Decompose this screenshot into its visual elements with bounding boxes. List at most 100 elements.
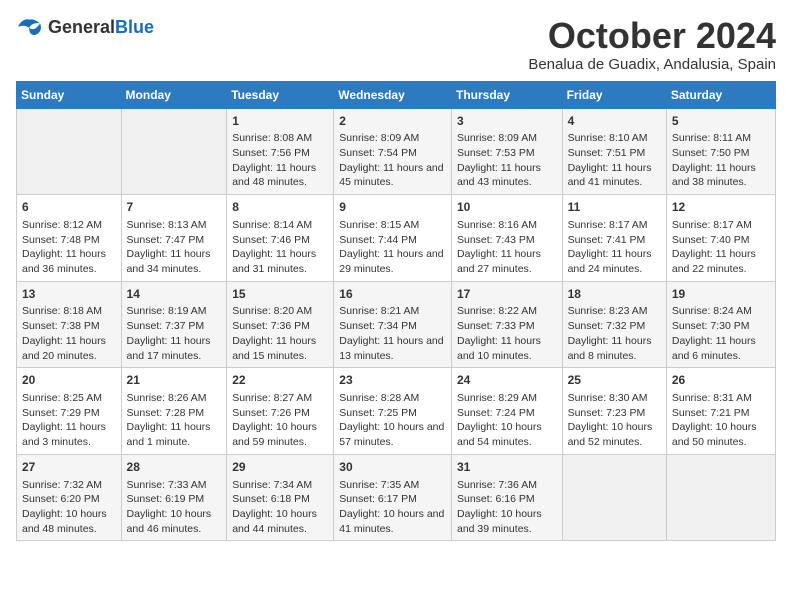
calendar-cell: 22Sunrise: 8:27 AM Sunset: 7:26 PM Dayli… — [227, 368, 334, 455]
day-number: 27 — [22, 459, 116, 476]
calendar-cell — [562, 454, 666, 541]
calendar-cell — [666, 454, 775, 541]
calendar-week-1: 1Sunrise: 8:08 AM Sunset: 7:56 PM Daylig… — [17, 108, 776, 195]
calendar-cell: 14Sunrise: 8:19 AM Sunset: 7:37 PM Dayli… — [121, 281, 227, 368]
header-tuesday: Tuesday — [227, 81, 334, 108]
day-number: 18 — [568, 286, 661, 303]
day-number: 23 — [339, 372, 446, 389]
calendar-cell: 17Sunrise: 8:22 AM Sunset: 7:33 PM Dayli… — [451, 281, 562, 368]
calendar-cell: 5Sunrise: 8:11 AM Sunset: 7:50 PM Daylig… — [666, 108, 775, 195]
day-number: 16 — [339, 286, 446, 303]
calendar-cell: 16Sunrise: 8:21 AM Sunset: 7:34 PM Dayli… — [334, 281, 452, 368]
day-number: 8 — [232, 199, 328, 216]
day-info: Sunrise: 8:13 AM Sunset: 7:47 PM Dayligh… — [127, 218, 222, 277]
calendar-cell: 8 Sunrise: 8:14 AM Sunset: 7:46 PM Daylig… — [227, 195, 334, 282]
logo-bird-icon — [16, 16, 44, 38]
day-info: Sunrise: 8:28 AM Sunset: 7:25 PM Dayligh… — [339, 391, 446, 450]
day-number: 29 — [232, 459, 328, 476]
day-number: 14 — [127, 286, 222, 303]
day-info: Sunrise: 8:15 AM Sunset: 7:44 PM Dayligh… — [339, 218, 446, 277]
header-thursday: Thursday — [451, 81, 562, 108]
day-info: Sunrise: 8:20 AM Sunset: 7:36 PM Dayligh… — [232, 304, 328, 363]
calendar-cell: 30Sunrise: 7:35 AM Sunset: 6:17 PM Dayli… — [334, 454, 452, 541]
day-number: 30 — [339, 459, 446, 476]
calendar-cell: 15Sunrise: 8:20 AM Sunset: 7:36 PM Dayli… — [227, 281, 334, 368]
calendar-cell: 2Sunrise: 8:09 AM Sunset: 7:54 PM Daylig… — [334, 108, 452, 195]
month-year-title: October 2024 — [528, 16, 776, 56]
header-wednesday: Wednesday — [334, 81, 452, 108]
day-number: 11 — [568, 199, 661, 216]
calendar-cell: 31 Sunrise: 7:36 AM Sunset: 6:16 PM Dayli… — [451, 454, 562, 541]
day-info: Sunrise: 8:17 AM Sunset: 7:40 PM Dayligh… — [672, 218, 770, 277]
day-info: Sunrise: 8:18 AM Sunset: 7:38 PM Dayligh… — [22, 304, 116, 363]
day-info: Sunrise: 8:29 AM Sunset: 7:24 PM Dayligh… — [457, 391, 557, 450]
day-number: 17 — [457, 286, 557, 303]
day-number: 5 — [672, 113, 770, 130]
day-number: 13 — [22, 286, 116, 303]
day-info: Sunrise: 8:08 AM Sunset: 7:56 PM Dayligh… — [232, 131, 328, 190]
calendar-cell: 9 Sunrise: 8:15 AM Sunset: 7:44 PM Daylig… — [334, 195, 452, 282]
calendar-week-2: 6 Sunrise: 8:12 AM Sunset: 7:48 PM Daylig… — [17, 195, 776, 282]
day-number: 24 — [457, 372, 557, 389]
logo: GeneralBlue — [16, 16, 154, 38]
day-info: Sunrise: 8:11 AM Sunset: 7:50 PM Dayligh… — [672, 131, 770, 190]
day-info: Sunrise: 8:21 AM Sunset: 7:34 PM Dayligh… — [339, 304, 446, 363]
calendar-cell: 13Sunrise: 8:18 AM Sunset: 7:38 PM Dayli… — [17, 281, 122, 368]
calendar-cell: 27Sunrise: 7:32 AM Sunset: 6:20 PM Dayli… — [17, 454, 122, 541]
day-info: Sunrise: 8:30 AM Sunset: 7:23 PM Dayligh… — [568, 391, 661, 450]
day-info: Sunrise: 8:16 AM Sunset: 7:43 PM Dayligh… — [457, 218, 557, 277]
calendar-cell: 18Sunrise: 8:23 AM Sunset: 7:32 PM Dayli… — [562, 281, 666, 368]
calendar-cell: 23 Sunrise: 8:28 AM Sunset: 7:25 PM Dayli… — [334, 368, 452, 455]
calendar-cell — [121, 108, 227, 195]
day-info: Sunrise: 8:10 AM Sunset: 7:51 PM Dayligh… — [568, 131, 661, 190]
day-info: Sunrise: 8:17 AM Sunset: 7:41 PM Dayligh… — [568, 218, 661, 277]
day-info: Sunrise: 8:19 AM Sunset: 7:37 PM Dayligh… — [127, 304, 222, 363]
calendar-cell: 20Sunrise: 8:25 AM Sunset: 7:29 PM Dayli… — [17, 368, 122, 455]
day-info: Sunrise: 8:14 AM Sunset: 7:46 PM Dayligh… — [232, 218, 328, 277]
header-saturday: Saturday — [666, 81, 775, 108]
title-block: October 2024 Benalua de Guadix, Andalusi… — [528, 16, 776, 73]
day-number: 15 — [232, 286, 328, 303]
day-number: 20 — [22, 372, 116, 389]
calendar-table: SundayMondayTuesdayWednesdayThursdayFrid… — [16, 81, 776, 542]
day-number: 3 — [457, 113, 557, 130]
calendar-cell: 24 Sunrise: 8:29 AM Sunset: 7:24 PM Dayli… — [451, 368, 562, 455]
calendar-header-row: SundayMondayTuesdayWednesdayThursdayFrid… — [17, 81, 776, 108]
calendar-cell: 19Sunrise: 8:24 AM Sunset: 7:30 PM Dayli… — [666, 281, 775, 368]
day-info: Sunrise: 8:12 AM Sunset: 7:48 PM Dayligh… — [22, 218, 116, 277]
calendar-cell: 28 Sunrise: 7:33 AM Sunset: 6:19 PM Dayli… — [121, 454, 227, 541]
logo-general: General — [48, 17, 115, 37]
calendar-week-4: 20Sunrise: 8:25 AM Sunset: 7:29 PM Dayli… — [17, 368, 776, 455]
calendar-cell: 6 Sunrise: 8:12 AM Sunset: 7:48 PM Daylig… — [17, 195, 122, 282]
day-number: 2 — [339, 113, 446, 130]
day-info: Sunrise: 8:31 AM Sunset: 7:21 PM Dayligh… — [672, 391, 770, 450]
day-info: Sunrise: 7:36 AM Sunset: 6:16 PM Dayligh… — [457, 478, 557, 537]
day-number: 31 — [457, 459, 557, 476]
day-number: 9 — [339, 199, 446, 216]
day-info: Sunrise: 8:26 AM Sunset: 7:28 PM Dayligh… — [127, 391, 222, 450]
day-info: Sunrise: 7:33 AM Sunset: 6:19 PM Dayligh… — [127, 478, 222, 537]
calendar-week-3: 13Sunrise: 8:18 AM Sunset: 7:38 PM Dayli… — [17, 281, 776, 368]
day-number: 12 — [672, 199, 770, 216]
logo-blue: Blue — [115, 17, 154, 37]
calendar-cell — [17, 108, 122, 195]
calendar-cell: 4Sunrise: 8:10 AM Sunset: 7:51 PM Daylig… — [562, 108, 666, 195]
calendar-cell: 26 Sunrise: 8:31 AM Sunset: 7:21 PM Dayli… — [666, 368, 775, 455]
day-number: 25 — [568, 372, 661, 389]
logo-text: GeneralBlue — [48, 17, 154, 38]
day-number: 26 — [672, 372, 770, 389]
day-info: Sunrise: 8:24 AM Sunset: 7:30 PM Dayligh… — [672, 304, 770, 363]
calendar-cell: 12 Sunrise: 8:17 AM Sunset: 7:40 PM Dayli… — [666, 195, 775, 282]
calendar-cell: 1Sunrise: 8:08 AM Sunset: 7:56 PM Daylig… — [227, 108, 334, 195]
day-number: 10 — [457, 199, 557, 216]
calendar-cell: 29Sunrise: 7:34 AM Sunset: 6:18 PM Dayli… — [227, 454, 334, 541]
location-subtitle: Benalua de Guadix, Andalusia, Spain — [528, 56, 776, 73]
day-number: 4 — [568, 113, 661, 130]
day-number: 6 — [22, 199, 116, 216]
day-info: Sunrise: 8:09 AM Sunset: 7:54 PM Dayligh… — [339, 131, 446, 190]
day-number: 28 — [127, 459, 222, 476]
calendar-week-5: 27Sunrise: 7:32 AM Sunset: 6:20 PM Dayli… — [17, 454, 776, 541]
header-monday: Monday — [121, 81, 227, 108]
day-number: 19 — [672, 286, 770, 303]
day-number: 7 — [127, 199, 222, 216]
